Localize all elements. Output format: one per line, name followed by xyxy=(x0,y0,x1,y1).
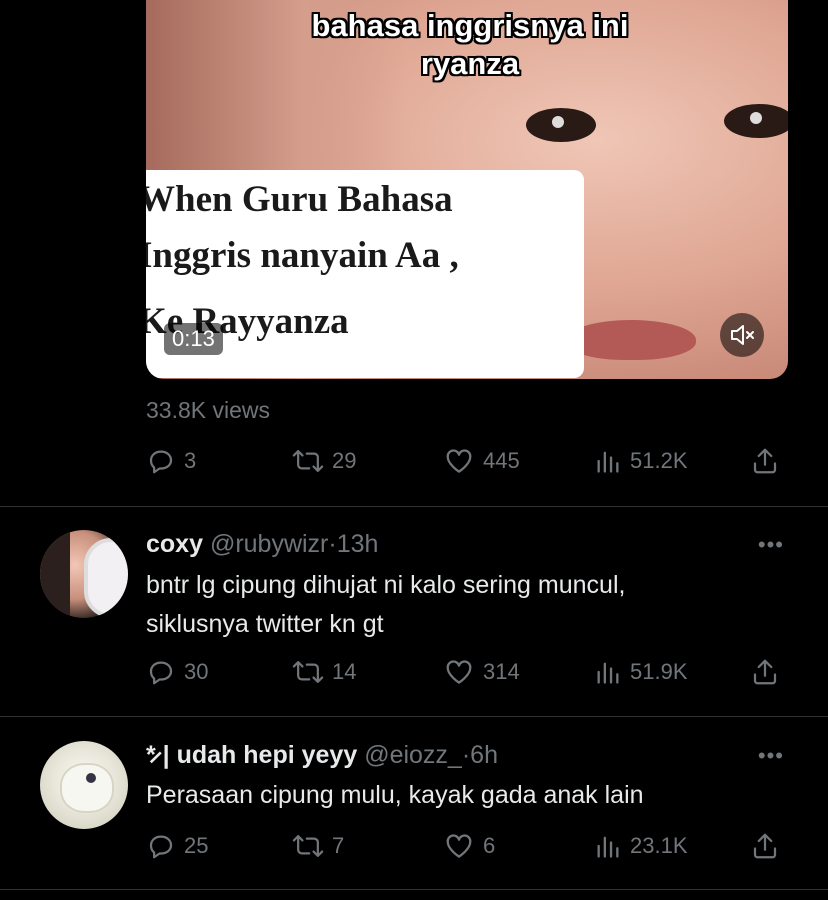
like-count: 445 xyxy=(483,448,520,473)
reply-count: 25 xyxy=(184,833,209,858)
video-frame-mouth xyxy=(566,320,696,360)
heart-icon xyxy=(446,660,472,684)
bunny-graphic xyxy=(60,763,114,813)
reply-icon xyxy=(149,661,173,685)
timestamp[interactable]: 6h xyxy=(470,741,498,769)
heart-icon xyxy=(446,834,472,858)
more-options-button[interactable]: ••• xyxy=(758,532,784,558)
user-handle[interactable]: @eiozz_ xyxy=(364,741,462,769)
reply-header: coxy @rubywizr·13h xyxy=(146,530,378,559)
hair-graphic xyxy=(40,530,70,618)
display-name[interactable]: coxy xyxy=(146,530,203,558)
share-icon xyxy=(753,659,777,685)
reply-button[interactable]: 3 xyxy=(146,446,196,476)
timestamp[interactable]: 13h xyxy=(337,530,379,558)
like-count: 314 xyxy=(483,659,520,684)
video-caption-box-line: When Guru Bahasa xyxy=(146,179,453,220)
analytics-icon xyxy=(597,836,619,858)
view-count: 33.8K views xyxy=(146,397,271,423)
video-frame-eye-right xyxy=(724,104,788,138)
reply-count: 30 xyxy=(184,659,209,684)
share-button[interactable] xyxy=(750,831,780,861)
share-icon xyxy=(753,448,777,474)
share-icon xyxy=(753,833,777,859)
video-caption-top: bahasa inggrisnya ini ryanza xyxy=(260,7,680,83)
reply-button[interactable]: 25 xyxy=(146,831,208,861)
video-player[interactable]: bahasa inggrisnya ini ryanza When Guru B… xyxy=(146,0,788,379)
reply-icon xyxy=(149,835,173,859)
user-handle[interactable]: @rubywizr xyxy=(210,530,328,558)
retweet-count: 7 xyxy=(332,833,345,858)
display-name[interactable]: *̷ | udah hepi yeyy xyxy=(146,741,357,769)
retweet-button[interactable]: 14 xyxy=(292,657,356,687)
divider xyxy=(0,506,828,507)
mute-button[interactable] xyxy=(720,313,764,357)
video-frame-eye-left xyxy=(526,108,596,142)
analytics-button[interactable]: 51.2K xyxy=(594,446,688,476)
bunny-eye-graphic xyxy=(86,773,96,783)
analytics-button[interactable]: 51.9K xyxy=(594,657,688,687)
like-button[interactable]: 314 xyxy=(443,657,520,687)
video-caption-top-line: ryanza xyxy=(420,46,520,81)
speaker-muted-icon xyxy=(731,325,754,345)
retweet-icon xyxy=(292,661,324,683)
reply-count: 3 xyxy=(184,448,197,473)
reply-button[interactable]: 30 xyxy=(146,657,208,687)
reply-text: Perasaan cipung mulu, kayak gada anak la… xyxy=(146,776,786,815)
analytics-icon xyxy=(597,451,619,473)
analytics-count: 51.9K xyxy=(630,659,688,684)
share-button[interactable] xyxy=(750,446,780,476)
separator-dot: · xyxy=(328,530,337,558)
avatar[interactable] xyxy=(40,741,128,829)
headphones-graphic xyxy=(84,538,128,618)
reply-text-line: siklusnya twitter kn gt xyxy=(146,610,384,638)
retweet-button[interactable]: 7 xyxy=(292,831,344,861)
reply-text-line: bntr lg cipung dihujat ni kalo sering mu… xyxy=(146,571,626,599)
like-button[interactable]: 445 xyxy=(443,446,520,476)
divider xyxy=(0,716,828,717)
separator-dot: · xyxy=(461,741,471,769)
retweet-count: 14 xyxy=(332,659,357,684)
video-caption-box-line: Inggris nanyain Aa , xyxy=(146,235,459,276)
divider xyxy=(0,889,828,890)
retweet-button[interactable]: 29 xyxy=(292,446,356,476)
retweet-icon xyxy=(292,450,324,472)
reply-icon xyxy=(149,450,173,474)
like-button[interactable]: 6 xyxy=(443,831,495,861)
avatar[interactable] xyxy=(40,530,128,618)
reply-header: *̷ | udah hepi yeyy @eiozz_·6h xyxy=(146,741,498,770)
reply-text: bntr lg cipung dihujat ni kalo sering mu… xyxy=(146,566,786,644)
analytics-button[interactable]: 23.1K xyxy=(594,831,688,861)
analytics-count: 23.1K xyxy=(630,833,688,858)
analytics-count: 51.2K xyxy=(630,448,688,473)
more-options-button[interactable]: ••• xyxy=(758,743,784,769)
video-duration-badge: 0:13 xyxy=(164,323,223,355)
reply-text-line: Perasaan cipung mulu, kayak gada anak la… xyxy=(146,781,644,809)
analytics-icon xyxy=(597,662,619,684)
video-caption-top-line: bahasa inggrisnya ini xyxy=(311,8,629,43)
share-button[interactable] xyxy=(750,657,780,687)
like-count: 6 xyxy=(483,833,496,858)
retweet-count: 29 xyxy=(332,448,357,473)
retweet-icon xyxy=(292,835,324,857)
heart-icon xyxy=(446,449,472,473)
